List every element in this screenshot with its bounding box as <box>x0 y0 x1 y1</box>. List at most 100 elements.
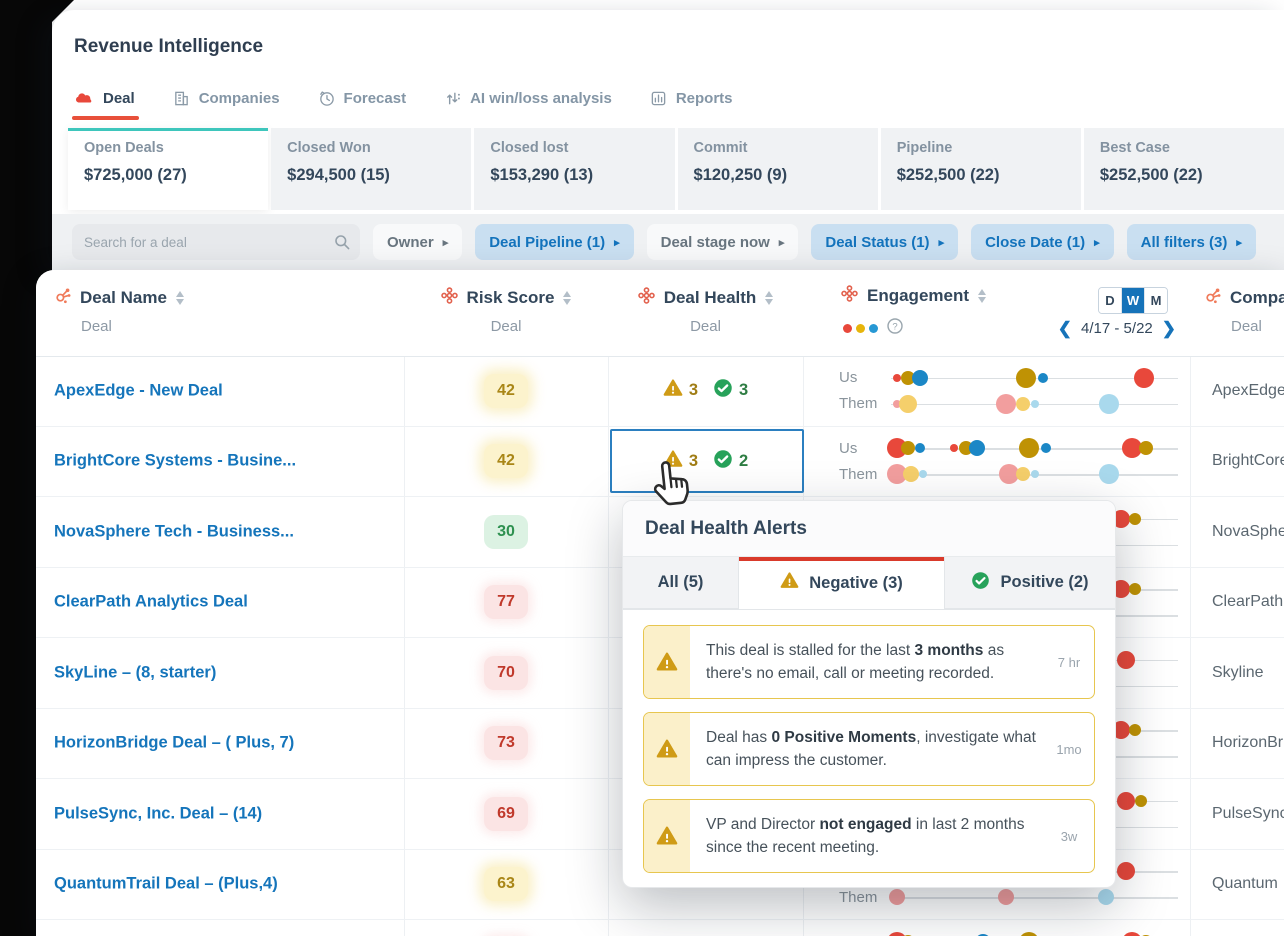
filter-owner[interactable]: Owner ▸ <box>373 224 463 260</box>
company-name: BrightCore <box>1212 452 1284 470</box>
chevron-right-icon[interactable]: ❯ <box>1162 320 1176 337</box>
engagement-dot <box>899 394 918 413</box>
ai-winloss-icon <box>444 90 461 107</box>
engagement-timeline <box>891 367 1178 389</box>
filter-close-date-1-[interactable]: Close Date (1) ▸ <box>971 224 1114 260</box>
column-label: Risk Score <box>466 288 555 307</box>
column-header-engagement[interactable]: Engagement ? DWM ❮ 4/17 - 5/22 ❯ <box>803 270 1190 356</box>
period-option-w[interactable]: W <box>1121 288 1144 313</box>
column-header-risk-score[interactable]: Risk Score Deal <box>404 270 608 356</box>
popup-tab-label: Negative (3) <box>809 573 903 592</box>
warning-icon <box>644 626 690 698</box>
tab-companies[interactable]: Companies <box>173 90 280 107</box>
filter-deal-pipeline-1-[interactable]: Deal Pipeline (1) ▸ <box>475 224 634 260</box>
period-option-m[interactable]: M <box>1144 288 1167 313</box>
legend-dot-yellow <box>856 324 865 333</box>
tab-reports[interactable]: Reports <box>650 90 733 107</box>
deal-name-link[interactable]: PulseSync, Inc. Deal – (14) <box>54 804 262 823</box>
negative-count: 3 <box>688 381 698 400</box>
stage-card-best-case[interactable]: Best Case $252,500 (22) <box>1083 128 1284 210</box>
stage-card-pipeline[interactable]: Pipeline $252,500 (22) <box>880 128 1081 210</box>
engagement-dot <box>1099 464 1120 485</box>
deal-name-link[interactable]: ClearPath Analytics Deal <box>54 593 248 612</box>
popup-tab-negative-3-[interactable]: Negative (3) <box>739 557 945 609</box>
engagement-timeline <box>886 463 1178 485</box>
engagement-dot <box>1128 724 1141 737</box>
engagement-dot <box>995 393 1016 414</box>
alert-card[interactable]: VP and Director not engaged in last 2 mo… <box>643 799 1095 873</box>
company-name: PulseSync <box>1212 804 1284 822</box>
popup-title: Deal Health Alerts <box>623 501 1115 557</box>
deal-name-link[interactable]: QuantumTrail Deal – (Plus,4) <box>54 875 278 894</box>
deal-health-cell[interactable]: 32 <box>608 427 803 497</box>
warning-icon <box>644 800 690 872</box>
popup-tab-positive-2-[interactable]: Positive (2) <box>945 557 1115 609</box>
stage-card-closed-lost[interactable]: Closed lost $153,290 (13) <box>474 128 675 210</box>
filter-all-filters-3-[interactable]: All filters (3) ▸ <box>1126 224 1256 260</box>
column-sublabel: Deal <box>490 318 522 335</box>
period-option-d[interactable]: D <box>1099 288 1121 313</box>
column-sublabel: Deal <box>81 318 112 335</box>
stage-card-label: Closed Won <box>287 140 371 156</box>
alert-timestamp: 7 hr <box>1057 654 1081 670</box>
alert-timestamp: 1mo <box>1056 741 1082 757</box>
risk-score-cell: 42 <box>404 427 608 497</box>
deal-search[interactable] <box>72 224 360 260</box>
risk-score-badge: 42 <box>484 373 528 408</box>
alert-card[interactable]: Deal has 0 Positive Moments, investigate… <box>643 712 1095 786</box>
tab-forecast[interactable]: Forecast <box>318 90 406 107</box>
filter-deal-status-1-[interactable]: Deal Status (1) ▸ <box>811 224 959 260</box>
stage-card-value: $252,500 (22) <box>1099 166 1203 184</box>
stage-card-label: Best Case <box>1099 140 1170 156</box>
primary-nav: Deal Companies Forecast AI win/loss analysi… <box>72 90 733 120</box>
risk-score-badge: 73 <box>484 726 528 761</box>
engagement-dot <box>1040 443 1051 454</box>
chevron-left-icon[interactable]: ❮ <box>1058 320 1072 337</box>
sort-toggle[interactable] <box>175 290 184 306</box>
tab-deal[interactable]: Deal <box>72 90 139 120</box>
risk-score-badge: 63 <box>484 867 528 902</box>
popup-tab-all-5-[interactable]: All (5) <box>623 557 739 609</box>
deal-name-link[interactable]: HorizonBridge Deal – ( Plus, 7) <box>54 734 294 753</box>
column-header-deal-name[interactable]: Deal Name Deal <box>36 270 404 356</box>
chevron-right-icon: ▸ <box>1094 236 1100 249</box>
filter-deal-stage-now[interactable]: Deal stage now ▸ <box>646 224 799 260</box>
engagement-them-row: Them <box>803 393 1190 415</box>
column-header-deal-health[interactable]: Deal Health Deal <box>608 270 803 356</box>
engagement-dot <box>1099 393 1120 414</box>
sort-toggle[interactable] <box>765 290 774 306</box>
engagement-timeline <box>886 931 1178 936</box>
stage-card-label: Commit <box>693 140 748 156</box>
deal-name-link[interactable]: NovaSphere Tech - Business... <box>54 522 294 541</box>
stage-card-commit[interactable]: Commit $120,250 (9) <box>677 128 878 210</box>
deal-name-link[interactable]: BrightCore Systems - Busine... <box>54 452 296 471</box>
alert-card[interactable]: This deal is stalled for the last 3 mont… <box>643 625 1095 699</box>
stage-card-label: Pipeline <box>896 140 953 156</box>
sort-toggle[interactable] <box>563 290 572 306</box>
deal-name-link[interactable]: SkyLine – (8, starter) <box>54 663 216 682</box>
engagement-dot <box>1018 931 1039 936</box>
filter-label: All filters (3) <box>1140 233 1228 251</box>
help-icon[interactable]: ? <box>887 318 903 339</box>
engagement-dot <box>903 466 920 483</box>
deal-name-link[interactable]: ApexEdge - New Deal <box>54 381 223 400</box>
deal-health-cell[interactable] <box>608 920 803 936</box>
alert-text: Deal has 0 Positive Moments, investigate… <box>706 728 1036 769</box>
period-toggle[interactable]: DWM <box>1098 287 1168 314</box>
column-header-company[interactable]: Company Deal <box>1190 270 1284 356</box>
search-input[interactable] <box>72 224 360 260</box>
engagement-dot <box>1117 650 1136 669</box>
sort-toggle[interactable] <box>978 288 987 304</box>
column-label: Company <box>1230 288 1284 307</box>
engagement-dot <box>911 369 928 386</box>
risk-score-badge: 70 <box>484 655 528 690</box>
stage-card-open-deals[interactable]: Open Deals $725,000 (27) <box>68 128 269 210</box>
engagement-cell: Us Them <box>803 427 1190 497</box>
stage-card-closed-won[interactable]: Closed Won $294,500 (15) <box>271 128 472 210</box>
hand-cursor-icon <box>645 453 702 510</box>
deal-health-cell[interactable]: 33 <box>608 356 803 426</box>
reports-icon <box>650 90 667 107</box>
tab-ai-win-loss-analysis[interactable]: AI win/loss analysis <box>444 90 612 107</box>
engagement-dot <box>1128 583 1141 596</box>
deal-icon <box>76 91 94 107</box>
